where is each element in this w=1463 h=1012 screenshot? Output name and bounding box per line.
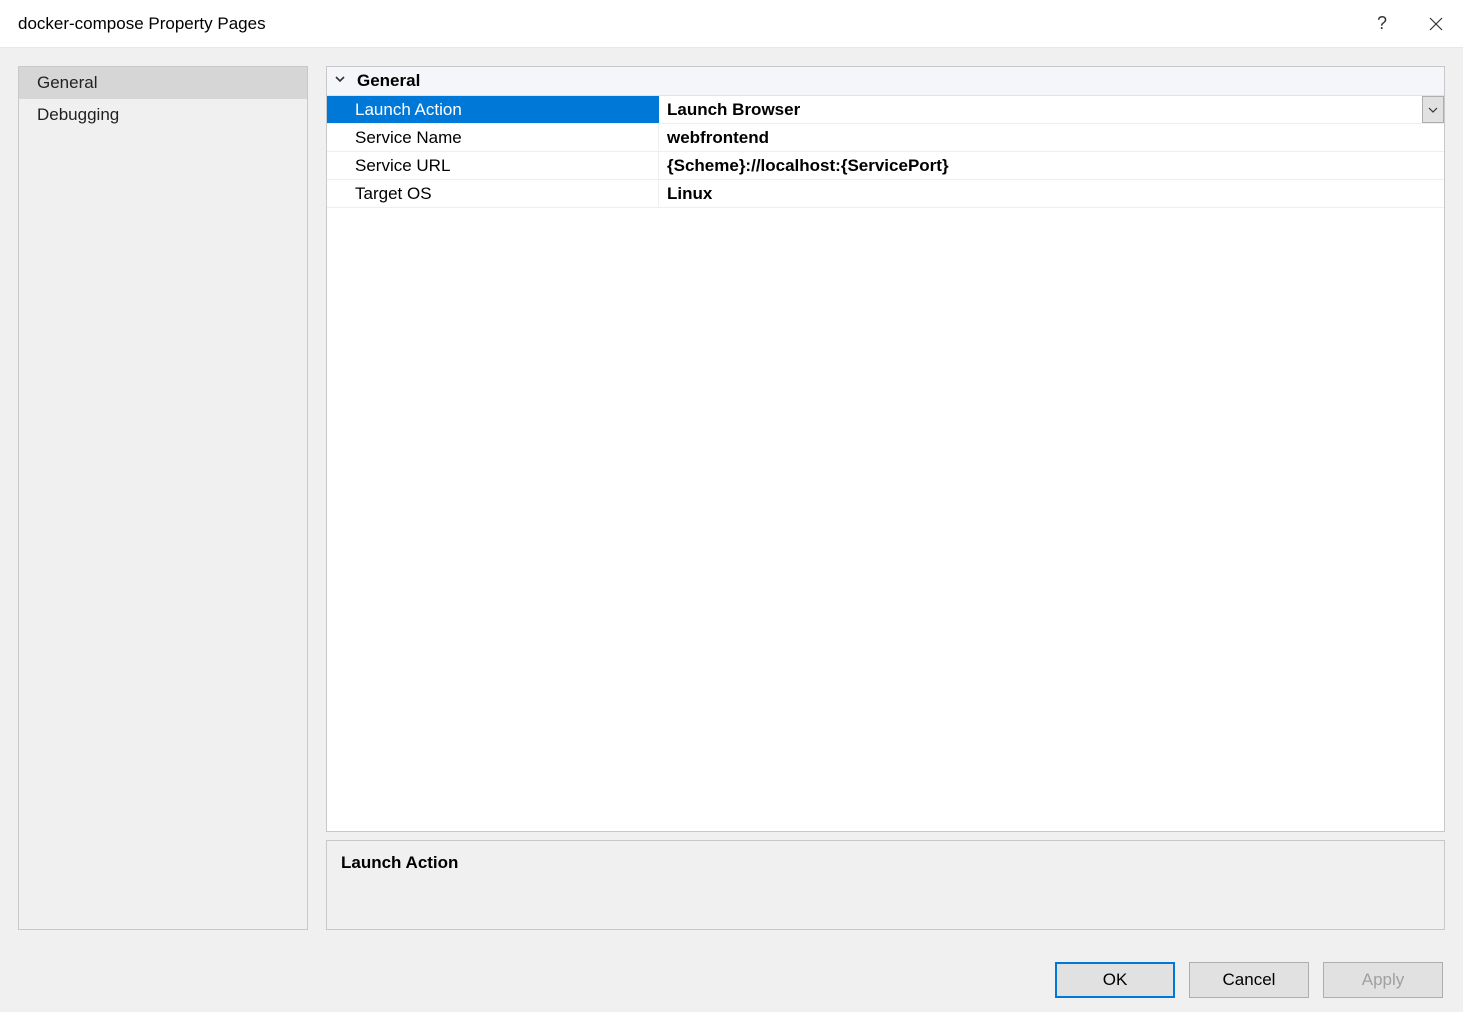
property-value-text: Linux (667, 184, 712, 204)
titlebar-controls: ? (1373, 15, 1445, 33)
property-row-service-url[interactable]: Service URL {Scheme}://localhost:{Servic… (327, 152, 1444, 180)
property-row-service-name[interactable]: Service Name webfrontend (327, 124, 1444, 152)
property-value[interactable]: webfrontend (659, 124, 1444, 151)
sidebar-item-label: General (37, 73, 97, 92)
cancel-button[interactable]: Cancel (1189, 962, 1309, 998)
property-row-launch-action[interactable]: Launch Action Launch Browser (327, 96, 1444, 124)
close-icon[interactable] (1427, 15, 1445, 33)
ok-button[interactable]: OK (1055, 962, 1175, 998)
help-icon[interactable]: ? (1373, 15, 1391, 33)
property-row-target-os[interactable]: Target OS Linux (327, 180, 1444, 208)
property-label: Launch Action (327, 96, 659, 123)
property-value-text: {Scheme}://localhost:{ServicePort} (667, 156, 949, 176)
sidebar-item-general[interactable]: General (19, 67, 307, 99)
property-value[interactable]: {Scheme}://localhost:{ServicePort} (659, 152, 1444, 179)
property-label: Service Name (327, 124, 659, 151)
property-value-text: Launch Browser (667, 100, 800, 120)
main-panel: General Launch Action Launch Browser Ser… (326, 66, 1445, 930)
sidebar-item-label: Debugging (37, 105, 119, 124)
footer: OK Cancel Apply (0, 948, 1463, 1012)
group-name: General (357, 71, 420, 91)
window-title: docker-compose Property Pages (18, 14, 1373, 34)
sidebar-item-debugging[interactable]: Debugging (19, 99, 307, 131)
description-panel: Launch Action (326, 840, 1445, 930)
description-title: Launch Action (341, 853, 1430, 873)
content-area: General Debugging General Launch Action … (0, 48, 1463, 948)
group-header[interactable]: General (327, 67, 1444, 96)
property-value[interactable]: Launch Browser (659, 96, 1444, 123)
property-grid: General Launch Action Launch Browser Ser… (326, 66, 1445, 832)
sidebar: General Debugging (18, 66, 308, 930)
property-label: Service URL (327, 152, 659, 179)
property-value[interactable]: Linux (659, 180, 1444, 207)
chevron-down-icon (333, 71, 347, 91)
dropdown-button[interactable] (1422, 96, 1444, 123)
property-label: Target OS (327, 180, 659, 207)
apply-button[interactable]: Apply (1323, 962, 1443, 998)
property-value-text: webfrontend (667, 128, 769, 148)
titlebar: docker-compose Property Pages ? (0, 0, 1463, 48)
